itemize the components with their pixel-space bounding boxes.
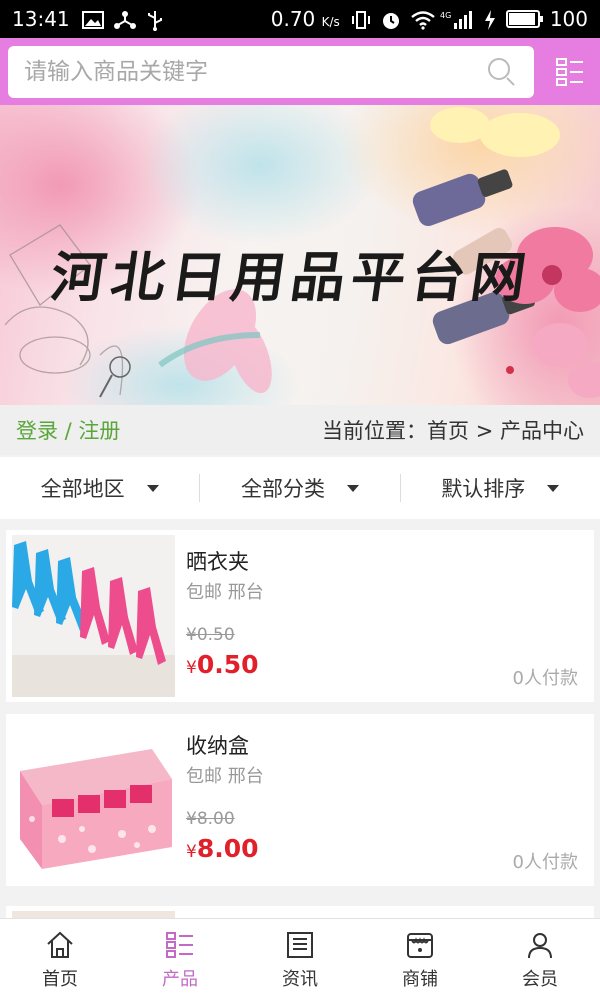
breadcrumb: 当前位置：首页 > 产品中心 xyxy=(322,419,584,443)
status-time: 13:41 xyxy=(12,7,70,31)
product-name[interactable]: 收纳盒 xyxy=(186,730,249,760)
nav-label: 首页 xyxy=(42,968,78,990)
home-icon xyxy=(47,931,73,958)
caret-down-icon xyxy=(346,484,359,492)
product-image-clothespins[interactable] xyxy=(12,535,175,697)
net-speed: 0.70 K/s xyxy=(270,7,340,31)
user-icon xyxy=(528,932,552,958)
nav-news[interactable]: 资讯 xyxy=(240,919,360,1000)
share-icon xyxy=(113,10,136,29)
info-bar: 登录 / 注册 当前位置：首页 > 产品中心 xyxy=(0,405,600,455)
search-header xyxy=(0,38,600,105)
nav-shops[interactable]: 商铺 xyxy=(360,919,480,1000)
usb-icon xyxy=(146,10,166,31)
category-menu-icon[interactable] xyxy=(548,50,592,94)
signal-icon: 4G xyxy=(440,10,474,29)
product-card[interactable]: 晒衣夹 包邮 邢台 ¥0.50 ¥0.50 0人付款 xyxy=(6,530,594,702)
product-price: ¥8.00 xyxy=(186,834,259,863)
filter-category[interactable]: 全部分类 xyxy=(199,474,399,502)
image-icon xyxy=(81,10,104,29)
shop-icon xyxy=(407,932,433,958)
nav-home[interactable]: 首页 xyxy=(0,919,120,1000)
wifi-icon xyxy=(410,10,435,30)
banner[interactable]: 河北日用品平台网 xyxy=(0,105,600,405)
product-image-storage-box[interactable] xyxy=(12,719,175,881)
status-bar: 13:41 0.70 K/s 4G 100 xyxy=(0,0,600,38)
bottom-nav: 首页 产品 资讯 商铺 会员 xyxy=(0,918,600,1000)
filter-label: 全部分类 xyxy=(240,477,325,501)
search-input[interactable] xyxy=(24,58,486,85)
caret-down-icon xyxy=(547,484,560,492)
banner-title: 河北日用品平台网 xyxy=(46,245,536,309)
caret-down-icon xyxy=(146,484,159,492)
filter-sort[interactable]: 默认排序 xyxy=(399,474,600,502)
news-icon xyxy=(287,931,313,958)
battery-level: 100 xyxy=(549,7,588,31)
product-paid-count: 0人付款 xyxy=(512,668,578,689)
product-paid-count: 0人付款 xyxy=(512,852,578,873)
search-icon[interactable] xyxy=(486,56,518,88)
product-tags: 包邮 邢台 xyxy=(186,766,264,787)
svg-text:4G: 4G xyxy=(440,11,451,20)
login-register-link[interactable]: 登录 / 注册 xyxy=(16,415,120,445)
filter-region[interactable]: 全部地区 xyxy=(0,474,199,502)
battery-icon xyxy=(505,10,543,28)
nav-label: 会员 xyxy=(522,968,558,990)
product-original-price: ¥8.00 xyxy=(186,809,235,829)
vibrate-icon xyxy=(350,10,370,29)
alarm-icon xyxy=(380,10,400,29)
list-icon xyxy=(166,931,193,958)
product-price: ¥0.50 xyxy=(186,650,259,679)
filter-label: 默认排序 xyxy=(441,477,526,501)
product-original-price: ¥0.50 xyxy=(186,625,235,645)
nav-label: 商铺 xyxy=(402,968,438,990)
nav-products[interactable]: 产品 xyxy=(120,919,240,1000)
nav-label: 产品 xyxy=(162,968,198,990)
nav-label: 资讯 xyxy=(282,968,318,990)
search-box[interactable] xyxy=(8,45,534,98)
product-tags: 包邮 邢台 xyxy=(186,582,264,603)
charging-icon xyxy=(484,10,496,30)
product-card[interactable]: 收纳盒 包邮 邢台 ¥8.00 ¥8.00 0人付款 xyxy=(6,714,594,886)
filter-label: 全部地区 xyxy=(40,477,125,501)
product-name[interactable]: 晒衣夹 xyxy=(186,546,249,576)
nav-member[interactable]: 会员 xyxy=(480,919,600,1000)
filter-bar: 全部地区 全部分类 默认排序 xyxy=(0,457,600,519)
